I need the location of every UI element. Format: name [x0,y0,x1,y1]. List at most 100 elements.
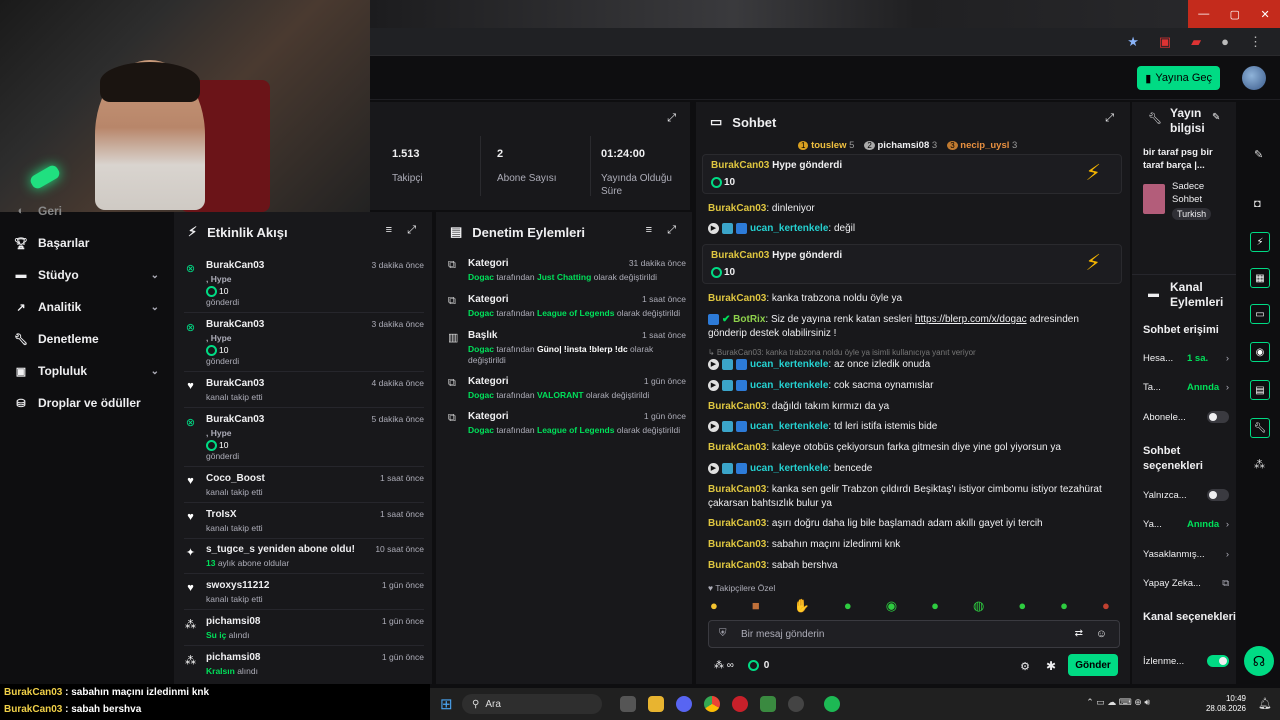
store-icon[interactable]: ▤ [1250,380,1270,400]
nav-item-analytics[interactable]: ↗ Analitik ⌄ [14,300,159,314]
setting-row[interactable]: Ta... Anında › [1143,382,1229,393]
address-bar[interactable]: ★ ▣ ▰ ● ⋮ [370,28,1280,56]
minimize-icon[interactable]: — [1198,8,1209,20]
activity-feed-panel: ⚡︎ Etkinlik Akışı ≡ ⤢ ⊗ BurakCan03 3 dakik… [174,212,432,684]
file-explorer-icon[interactable] [648,696,664,712]
wrench-icon: 🔧︎ [1148,113,1162,125]
setting-row[interactable]: Hesa... 1 sa. › [1143,353,1229,364]
extensions-icon[interactable]: ⁂ [1254,458,1265,471]
dashboard-header: ▮ Yayına Geç [370,56,1280,100]
trophy-icon: 🏆︎ [14,237,28,250]
notification-icon[interactable]: 🔔︎ [1258,697,1272,710]
hype-message: BurakCan03 Hype gönderdi 10 ⚡︎ [702,244,1122,284]
chat-icon[interactable]: ▭ [1250,304,1270,324]
tag-chip[interactable]: Turkish [1172,208,1212,220]
camera-icon[interactable]: ◘ [1254,198,1261,210]
taskbar-search[interactable]: ⚲ Ara [462,694,602,714]
chat-message: BurakCan03: kanka trabzona noldu öyle ya [708,293,903,304]
chat-message: BurakCan03: kanka sen gelir Trabzon çıld… [708,484,1102,509]
calendar-icon[interactable]: ▦ [1250,268,1270,288]
window-controls[interactable]: — ▢ ✕ [1188,0,1280,28]
setting-row[interactable]: İzlenme... [1143,655,1229,667]
go-live-button[interactable]: ▮ Yayına Geç [1137,66,1220,90]
infinity-icon[interactable]: ⁂ ∞ [714,660,734,671]
record-icon[interactable]: ◉ [1250,342,1270,362]
extension-icon[interactable]: ▣ [1159,34,1171,50]
user-avatar[interactable] [1242,66,1266,90]
heart-icon: ♥ [187,475,194,487]
app-icon[interactable] [732,696,748,712]
toggle-switch[interactable] [1207,489,1229,501]
nav-item-moderation[interactable]: 🔧︎ Denetleme [14,332,159,346]
filter-icon[interactable]: ≡ [646,224,652,236]
edit-icon[interactable]: ✎ [1254,148,1263,161]
setting-row[interactable]: Abonele... [1143,411,1229,423]
maximize-icon[interactable]: ▢ [1230,8,1240,21]
expand-icon[interactable]: ⤢ [1105,112,1114,125]
filter-icon[interactable]: ≡ [386,224,392,236]
close-icon[interactable]: ✕ [1261,8,1270,21]
chat-footer-left[interactable]: ⁂ ∞ 0 [714,660,769,671]
broadcast-icon: ▮ [1145,72,1152,85]
setting-row[interactable]: Ya... Anında › [1143,519,1229,530]
nav-item-partial[interactable]: ◐ Geri [14,204,159,218]
lightning-icon[interactable]: ⚡︎ [1250,232,1270,252]
chat-message: ▶ ucan_kertenkele: bencede [708,462,1108,476]
setting-row[interactable]: Yasaklanmış... › [1143,549,1229,560]
moderation-icon: 🔧︎ [14,333,28,346]
chat-leaderboard[interactable]: 1 touslew 5 2 pichamsi08 3 3 necip_uysl … [798,140,1017,151]
taskbar-clock[interactable]: 10:49 28.08.2026 [1206,694,1246,714]
emote-bar[interactable]: ● ■ ✋ ● ◉ ● ◍ ● ● ● [710,598,1110,614]
bot-icon[interactable]: ✱ [1046,659,1056,673]
toggle-switch[interactable] [1207,411,1229,423]
stream-overlay-chat: BurakCan03 : sabahın maçını izledinmi kn… [0,684,430,720]
tray-icons[interactable]: ⌃ ▭ ☁ ⌨ ⊕ 🔊︎ [1086,697,1150,708]
points-icon: ⁂ [185,619,196,631]
setting-row[interactable]: Yapay Zeka... ⧉ [1143,578,1229,589]
profile-icon[interactable]: ● [1221,34,1229,50]
badge-icon [722,222,733,234]
blerp-link[interactable]: https://blerp.com/x/dogac [915,314,1027,325]
assistant-fab[interactable]: ☊ [1244,646,1274,676]
toggle-switch[interactable] [1207,655,1229,667]
expand-icon[interactable]: ⤢ [407,224,416,237]
analytics-icon: ↗ [16,301,26,314]
wrench-icon[interactable]: 🔧︎ [1250,418,1270,438]
emoji-icon[interactable]: ☺ [1096,628,1107,640]
star-icon: ✦ [185,547,196,559]
menu-icon[interactable]: ⋮ [1249,34,1262,50]
app-icon-2[interactable] [760,696,776,712]
expand-icon[interactable]: ⤢ [667,112,676,125]
extension-icon-2[interactable]: ▰ [1191,34,1201,50]
category-thumbnail [1143,184,1165,214]
hype-icon: ⊗ [185,322,196,334]
nav-item-drops[interactable]: ⛁ Droplar ve ödüller [14,396,159,410]
chat-message: ▶ ucan_kertenkele: td leri istifa istemis… [708,420,1108,434]
settings-icon[interactable]: ⚙ [1020,660,1030,673]
nav-item-studio[interactable]: ▬ Stüdyo ⌄ [14,268,160,282]
obs-icon[interactable] [788,696,804,712]
nav-item-community[interactable]: ▣ Topluluk ⌄ [14,364,159,378]
chevron-down-icon: ⌄ [150,269,159,281]
overlay-chat-line: BurakCan03 : sabah bershva [4,704,142,715]
chrome-icon[interactable] [704,696,720,712]
edit-icon[interactable]: ✎ [1212,112,1220,123]
emote-icon: ● [1060,598,1069,613]
activity-feed-title: ⚡︎ Etkinlik Akışı [188,224,288,240]
badge-icon [736,222,747,234]
lightning-icon: ⚡︎ [188,224,198,239]
discord-icon[interactable] [676,696,692,712]
emote-icon: ● [931,598,939,613]
translate-icon[interactable]: ⇄ [1075,628,1083,639]
bookmark-star-icon[interactable]: ★ [1127,34,1139,50]
setting-row[interactable]: Yalnızca... [1143,489,1229,501]
expand-icon[interactable]: ⤢ [667,224,676,237]
chat-message: ▶ ucan_kertenkele: az once izledik onuda [708,358,1108,372]
spotify-icon[interactable] [824,696,840,712]
nav-item-achievements[interactable]: 🏆︎ Başarılar [14,236,159,250]
send-button[interactable]: Gönder [1068,654,1118,676]
emote-icon: ● [1102,598,1110,613]
task-view-icon[interactable] [620,696,636,712]
windows-start-icon[interactable]: ⊞ [440,695,453,713]
chat-input[interactable]: ⛨ Bir mesaj gönderin ⇄ ☺ [708,620,1120,648]
